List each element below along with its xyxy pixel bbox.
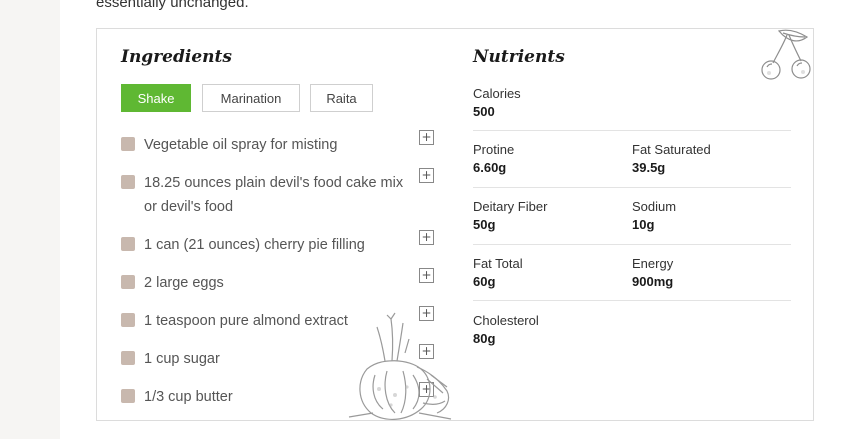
ingredient-text: 2 large eggs [144,275,224,291]
calories-value: 500 [473,104,495,119]
ingredient-checkbox[interactable] [121,389,135,403]
turnip-sketch-icon [348,312,452,420]
nutrient-divider [473,187,791,188]
fat-saturated-value: 39.5g [632,160,666,175]
nutrient-divider [473,300,791,301]
cholesterol-label: Cholesterol [473,313,539,328]
fat-saturated-label: Fat Saturated [632,142,711,157]
plus-icon[interactable]: + [419,230,434,245]
tab-marination[interactable]: Marination [202,84,300,112]
ingredient-checkbox[interactable] [121,237,135,251]
cherry-sketch-icon [761,29,811,80]
ingredient-text: 1 can (21 ounces) cherry pie filling [144,237,365,253]
cholesterol-value: 80g [473,331,496,346]
ingredients-heading: Ingredients [121,47,232,67]
page-side-strip [0,0,60,439]
ingredient-checkbox[interactable] [121,275,135,289]
ingredient-checkbox[interactable] [121,313,135,327]
recipe-card: Ingredients Shake Marination Raita Veget… [96,28,814,421]
nutrient-divider [473,130,791,131]
nutrients-heading: Nutrients [473,47,565,67]
ingredient-checkbox[interactable] [121,175,135,189]
dietary-fiber-label: Deitary Fiber [473,199,548,214]
energy-label: Energy [632,256,674,271]
fat-total-label: Fat Total [473,256,523,271]
tab-shake[interactable]: Shake [121,84,191,112]
sodium-label: Sodium [632,199,677,214]
plus-icon[interactable]: + [419,168,434,183]
protine-label: Protine [473,142,515,157]
plus-icon[interactable]: + [419,130,434,145]
plus-icon[interactable]: + [419,268,434,283]
ingredient-checkbox[interactable] [121,137,135,151]
calories-label: Calories [473,86,521,101]
dietary-fiber-value: 50g [473,217,496,232]
ingredient-text: 18.25 ounces plain devil's food cake mix… [144,175,404,215]
nutrient-divider [473,244,791,245]
ingredient-text: Vegetable oil spray for misting [144,137,338,153]
protine-value: 6.60g [473,160,507,175]
ingredient-checkbox[interactable] [121,351,135,365]
tab-raita[interactable]: Raita [310,84,373,112]
intro-text: essentially unchanged. [96,0,249,11]
fat-total-value: 60g [473,274,496,289]
sodium-value: 10g [632,217,655,232]
energy-value: 900mg [632,274,674,289]
